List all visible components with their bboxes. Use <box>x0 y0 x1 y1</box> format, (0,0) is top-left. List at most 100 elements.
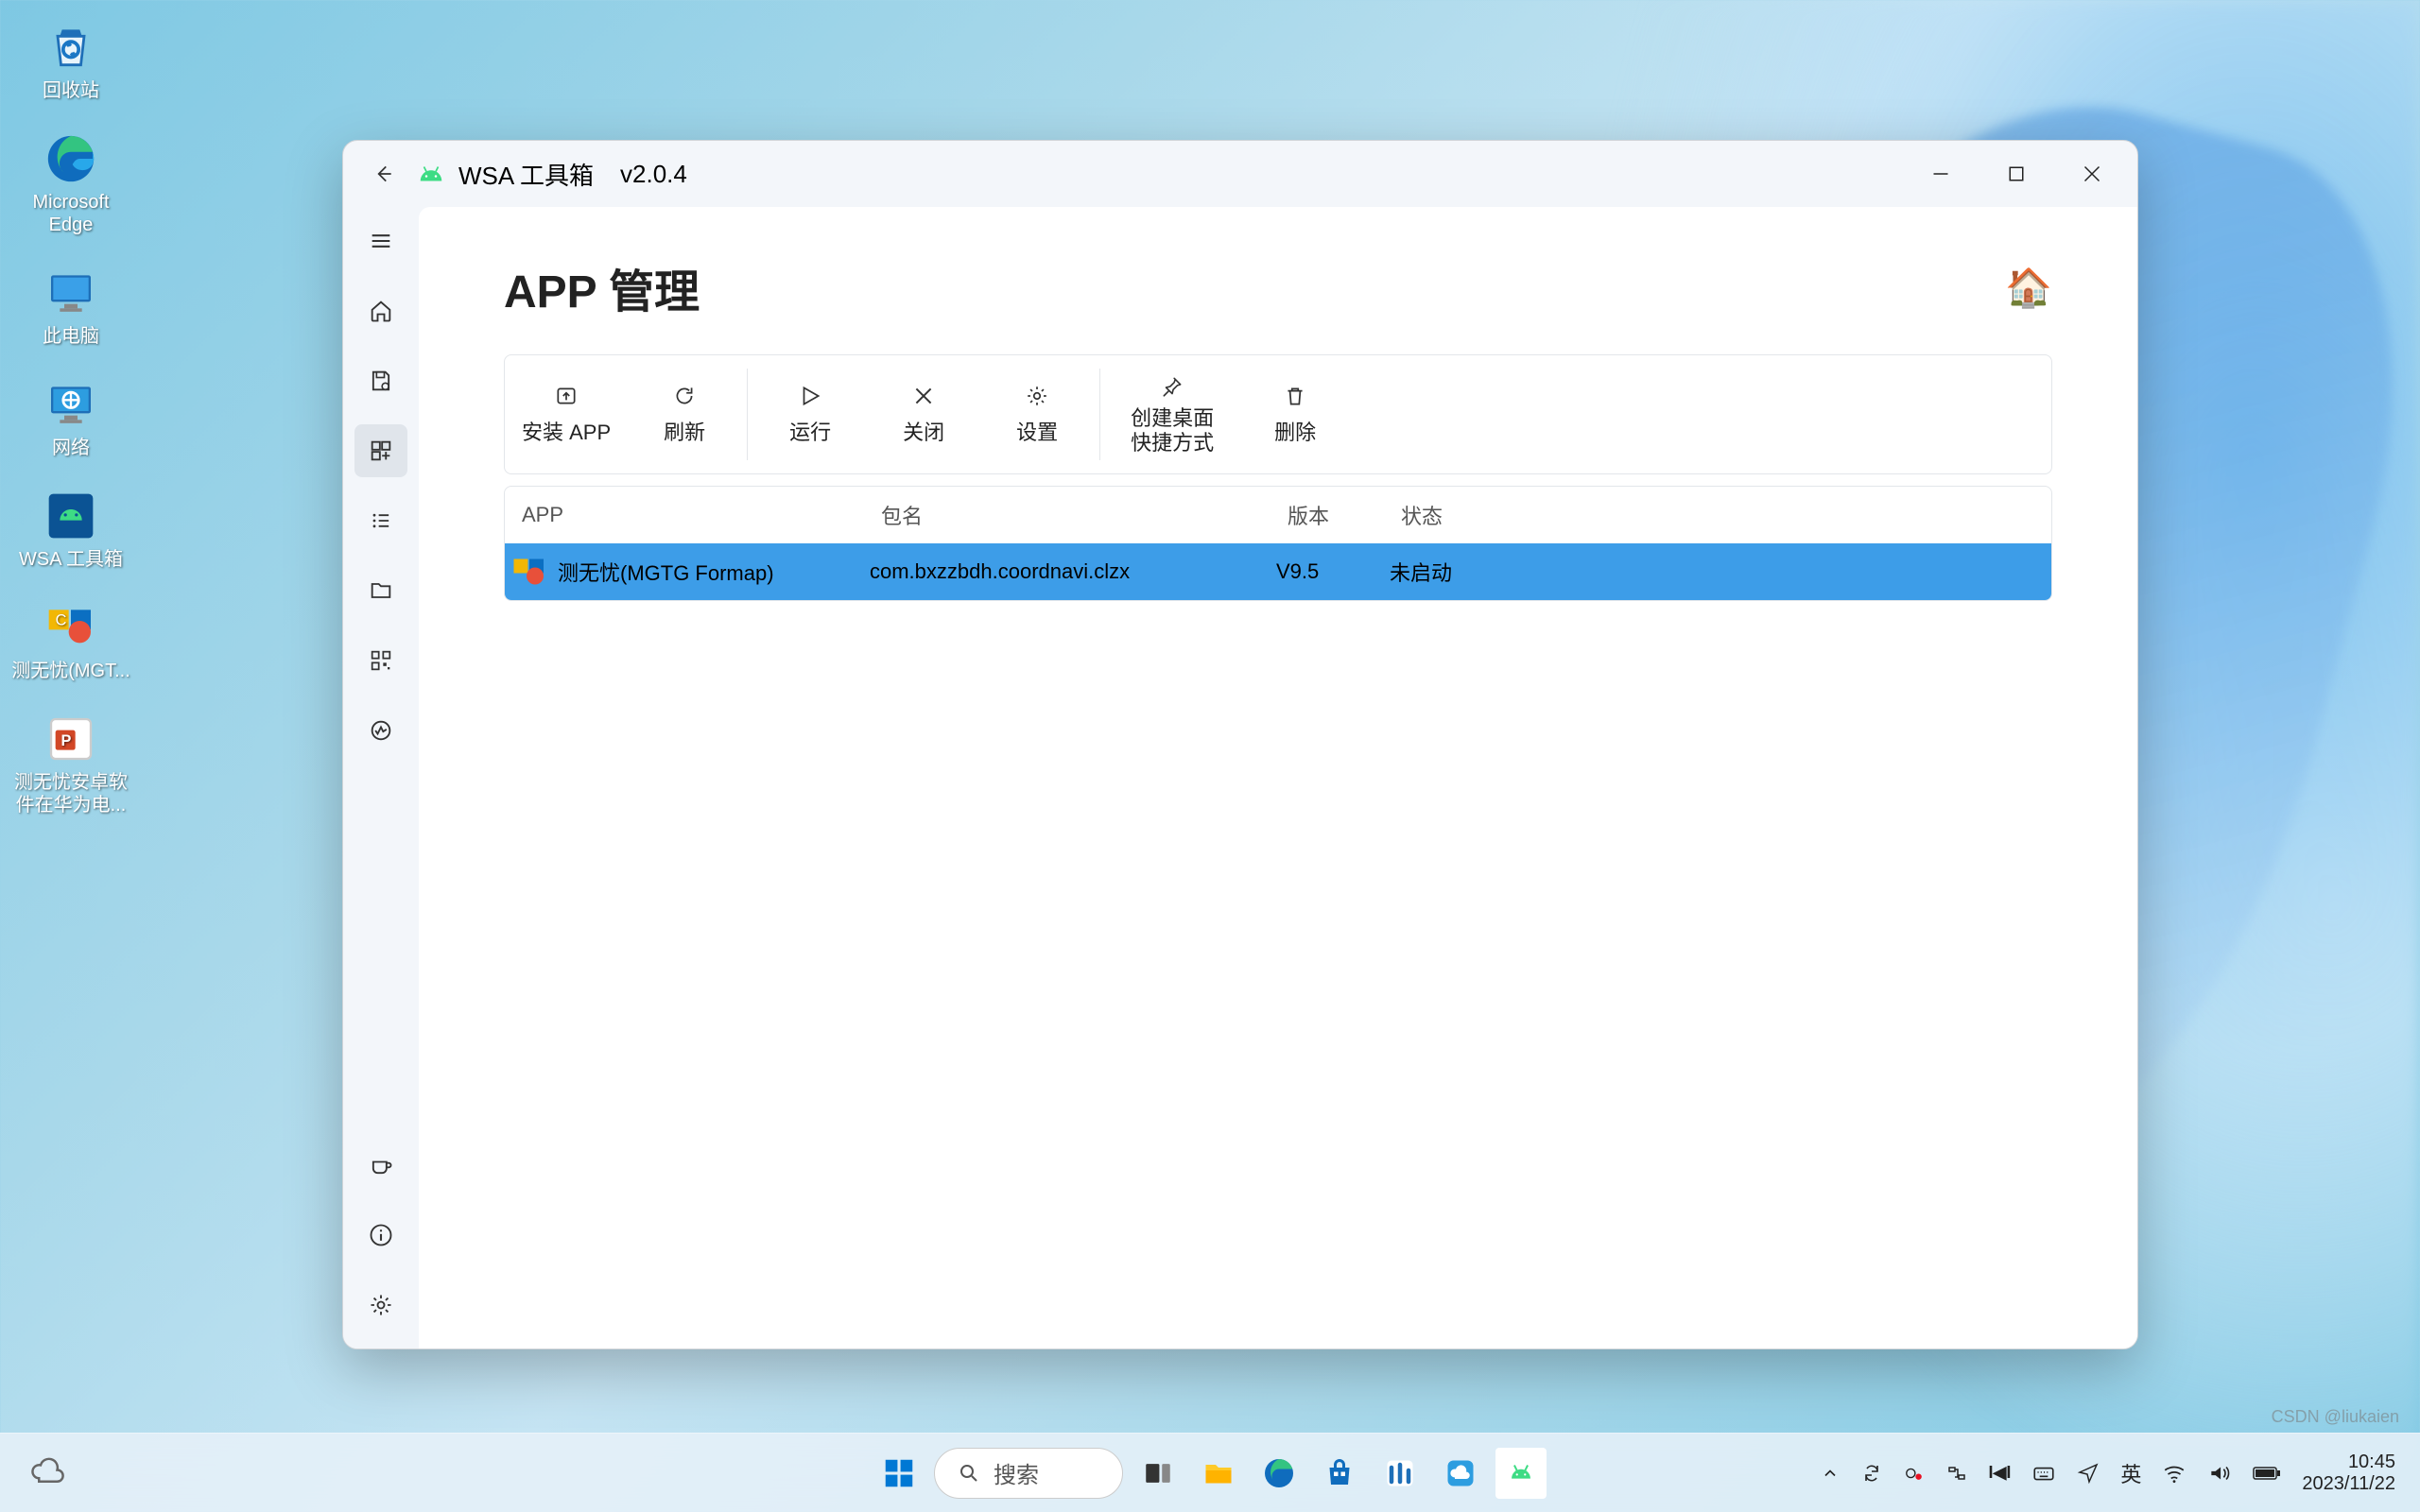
sidebar-coffee[interactable] <box>354 1139 407 1192</box>
tray-time: 10:45 <box>2348 1452 2395 1473</box>
cell-status: 未启动 <box>1390 557 1541 587</box>
search-placeholder: 搜索 <box>994 1456 1039 1489</box>
column-status: 状态 <box>1401 500 1552 530</box>
tray-keyboard-icon[interactable] <box>2031 1461 2056 1486</box>
sidebar-hamburger[interactable] <box>354 215 407 267</box>
tray-wifi-icon[interactable] <box>2162 1461 2187 1486</box>
minimize-button[interactable] <box>1903 148 1979 200</box>
upload-icon <box>554 382 579 410</box>
sidebar-folder[interactable] <box>354 564 407 617</box>
desktop-icon-label: 回收站 <box>43 79 99 102</box>
refresh-button[interactable]: 刷新 <box>628 365 741 464</box>
x-icon <box>911 382 936 410</box>
install-app-button[interactable]: 安装 APP <box>505 365 628 464</box>
create-shortcut-button[interactable]: 创建桌面快捷方式 <box>1106 365 1238 464</box>
search-box[interactable]: 搜索 <box>934 1448 1123 1499</box>
edge-button[interactable] <box>1253 1448 1305 1499</box>
desktop-icon-label: 测无忧(MGT... <box>11 660 130 682</box>
desktop-icon-cewuyou[interactable]: C 测无忧(MGT... <box>9 599 132 682</box>
edge-icon <box>38 130 104 187</box>
desktop-icon-wsa-toolbox[interactable]: WSA 工具箱 <box>9 488 132 571</box>
delete-button[interactable]: 删除 <box>1238 365 1352 464</box>
cell-version: V9.5 <box>1276 559 1390 584</box>
titlebar: WSA 工具箱 v2.0.4 <box>343 141 2137 207</box>
desktop-icon-this-pc[interactable]: 此电脑 <box>9 265 132 348</box>
taskbar: 搜索 I◀I 英 10:45 2023/11/22 <box>0 1433 2420 1512</box>
close-button[interactable] <box>2054 148 2130 200</box>
desktop-icon-recycle-bin[interactable]: 回收站 <box>9 19 132 102</box>
cell-app-name: 测无忧(MGTG Formap) <box>558 557 774 587</box>
column-package: 包名 <box>881 500 1288 530</box>
powerpoint-icon: P <box>38 711 104 767</box>
cewuyou-icon: C <box>38 599 104 656</box>
desktop-icon-label: 测无忧安卓软件在华为电... <box>9 771 132 816</box>
android-logo-icon <box>417 163 445 184</box>
wsa-toolbox-icon <box>38 488 104 544</box>
close-app-button[interactable]: 关闭 <box>867 365 980 464</box>
window-title: WSA 工具箱 <box>458 157 594 192</box>
gear-icon <box>1025 382 1049 410</box>
sidebar <box>343 207 419 1349</box>
cell-package: com.bxzzbdh.coordnavi.clzx <box>870 559 1276 584</box>
this-pc-icon <box>38 265 104 321</box>
task-view-button[interactable] <box>1132 1448 1184 1499</box>
market-app-button[interactable] <box>1374 1448 1426 1499</box>
tray-devices-icon[interactable] <box>1945 1462 1968 1485</box>
desktop-icon-network[interactable]: 网络 <box>9 376 132 459</box>
tray-sync-icon[interactable] <box>1860 1462 1883 1485</box>
tray-record-icon[interactable] <box>1904 1463 1925 1484</box>
window-version: v2.0.4 <box>620 160 687 189</box>
content-area: APP 管理 🏠 安装 APP 刷新 运行 关闭 设置 <box>419 207 2137 1349</box>
desktop-icons: 回收站 Microsoft Edge 此电脑 网络 WSA 工具箱 C 测无忧(… <box>9 19 132 816</box>
svg-text:C: C <box>56 612 67 629</box>
desktop-icon-label: 网络 <box>52 437 90 459</box>
weather-widget[interactable] <box>19 1445 76 1502</box>
start-button[interactable] <box>873 1448 925 1499</box>
tray-volume-icon[interactable] <box>2207 1461 2232 1486</box>
sidebar-info[interactable] <box>354 1209 407 1262</box>
desktop-icon-ppt[interactable]: P 测无忧安卓软件在华为电... <box>9 711 132 816</box>
android-wsa-button[interactable] <box>1495 1448 1547 1499</box>
tray-clock[interactable]: 10:45 2023/11/22 <box>2302 1452 2395 1495</box>
page-title: APP 管理 <box>504 254 700 320</box>
refresh-icon <box>672 382 697 410</box>
toolbar-separator <box>1099 369 1100 460</box>
sidebar-list[interactable] <box>354 494 407 547</box>
recycle-bin-icon <box>38 19 104 76</box>
desktop-icon-label: WSA 工具箱 <box>19 548 123 571</box>
sidebar-qr[interactable] <box>354 634 407 687</box>
toolbar-separator <box>747 369 748 460</box>
tray-ime-mi-icon[interactable]: I◀I <box>1989 1463 2012 1483</box>
column-app: APP <box>522 503 881 527</box>
sidebar-save[interactable] <box>354 354 407 407</box>
desktop-icon-label: 此电脑 <box>43 325 99 348</box>
search-icon <box>958 1462 980 1485</box>
tray-battery-icon[interactable] <box>2253 1464 2281 1483</box>
svg-text:P: P <box>61 732 72 749</box>
app-row-icon <box>510 553 548 591</box>
sidebar-activity[interactable] <box>354 704 407 757</box>
settings-button[interactable]: 设置 <box>980 365 1094 464</box>
desktop-icon-label: Microsoft Edge <box>9 191 132 236</box>
tray-date: 2023/11/22 <box>2302 1473 2395 1495</box>
home-emoji-icon[interactable]: 🏠 <box>2005 266 2052 310</box>
tray-ime-label[interactable]: 英 <box>2120 1458 2141 1488</box>
file-explorer-button[interactable] <box>1193 1448 1244 1499</box>
trash-icon <box>1283 382 1307 410</box>
tray-chevron-up-icon[interactable] <box>1821 1464 1840 1483</box>
run-button[interactable]: 运行 <box>753 365 867 464</box>
desktop-icon-edge[interactable]: Microsoft Edge <box>9 130 132 236</box>
watermark: CSDN @liukaien <box>2272 1407 2399 1427</box>
maximize-button[interactable] <box>1979 148 2054 200</box>
tray-location-icon[interactable] <box>2077 1462 2100 1485</box>
back-button[interactable] <box>368 159 398 189</box>
sidebar-home[interactable] <box>354 284 407 337</box>
pin-icon <box>1160 372 1184 401</box>
cloud-app-button[interactable] <box>1435 1448 1486 1499</box>
sidebar-settings[interactable] <box>354 1279 407 1332</box>
store-button[interactable] <box>1314 1448 1365 1499</box>
table-row[interactable]: 测无忧(MGTG Formap) com.bxzzbdh.coordnavi.c… <box>505 543 2051 600</box>
app-table: APP 包名 版本 状态 测无忧(MGTG Formap) com.bxzzbd… <box>504 486 2052 601</box>
play-icon <box>798 382 822 410</box>
sidebar-apps[interactable] <box>354 424 407 477</box>
